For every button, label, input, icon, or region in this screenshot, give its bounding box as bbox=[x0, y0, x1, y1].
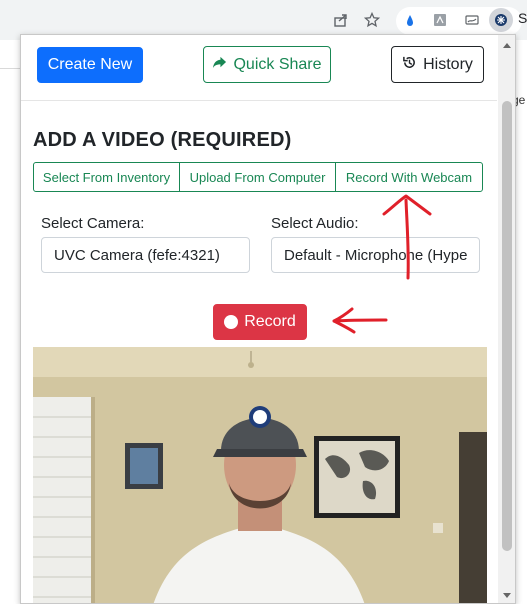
create-new-button[interactable]: Create New bbox=[37, 47, 143, 83]
record-button[interactable]: Record bbox=[213, 304, 307, 340]
record-label: Record bbox=[244, 313, 296, 330]
star-icon[interactable] bbox=[361, 9, 383, 31]
camera-select[interactable]: UVC Camera (fefe:4321) bbox=[41, 237, 250, 273]
audio-select[interactable]: Default - Microphone (Hype bbox=[271, 237, 480, 273]
share-icon[interactable] bbox=[330, 9, 352, 31]
record-dot-icon bbox=[224, 315, 239, 329]
toolbar-cut-text: S bbox=[518, 10, 527, 26]
history-button[interactable]: History bbox=[391, 46, 484, 83]
scroll-up-arrow-icon[interactable] bbox=[503, 43, 511, 48]
scroll-down-arrow-icon[interactable] bbox=[503, 593, 511, 598]
quick-share-button[interactable]: Quick Share bbox=[203, 46, 331, 83]
extension-popup: Create New Quick Share History ADD A VID… bbox=[20, 34, 516, 604]
share-arrow-icon bbox=[212, 55, 227, 75]
tab-upload-from-computer[interactable]: Upload From Computer bbox=[180, 163, 336, 191]
pdf-extension-icon[interactable] bbox=[429, 9, 451, 31]
sign-extension-icon[interactable] bbox=[461, 9, 483, 31]
history-label: History bbox=[423, 55, 473, 73]
background-divider bbox=[0, 68, 22, 69]
tab-record-with-webcam[interactable]: Record With Webcam bbox=[336, 163, 482, 191]
video-source-tabs: Select From Inventory Upload From Comput… bbox=[33, 162, 483, 192]
section-title: ADD A VIDEO (REQUIRED) bbox=[33, 129, 292, 151]
water-drop-extension-icon[interactable] bbox=[399, 9, 421, 31]
camera-label: Select Camera: bbox=[41, 215, 145, 232]
scrollbar-thumb[interactable] bbox=[502, 101, 512, 551]
webcam-preview bbox=[33, 347, 487, 603]
active-extension-icon[interactable] bbox=[489, 8, 513, 32]
popup-header: Create New Quick Share History bbox=[21, 35, 497, 101]
audio-label: Select Audio: bbox=[271, 215, 359, 232]
history-icon bbox=[402, 55, 417, 75]
quick-share-label: Quick Share bbox=[233, 55, 322, 73]
popup-scrollbar[interactable] bbox=[498, 35, 515, 603]
tab-select-from-inventory[interactable]: Select From Inventory bbox=[34, 163, 180, 191]
create-new-label: Create New bbox=[47, 56, 133, 73]
